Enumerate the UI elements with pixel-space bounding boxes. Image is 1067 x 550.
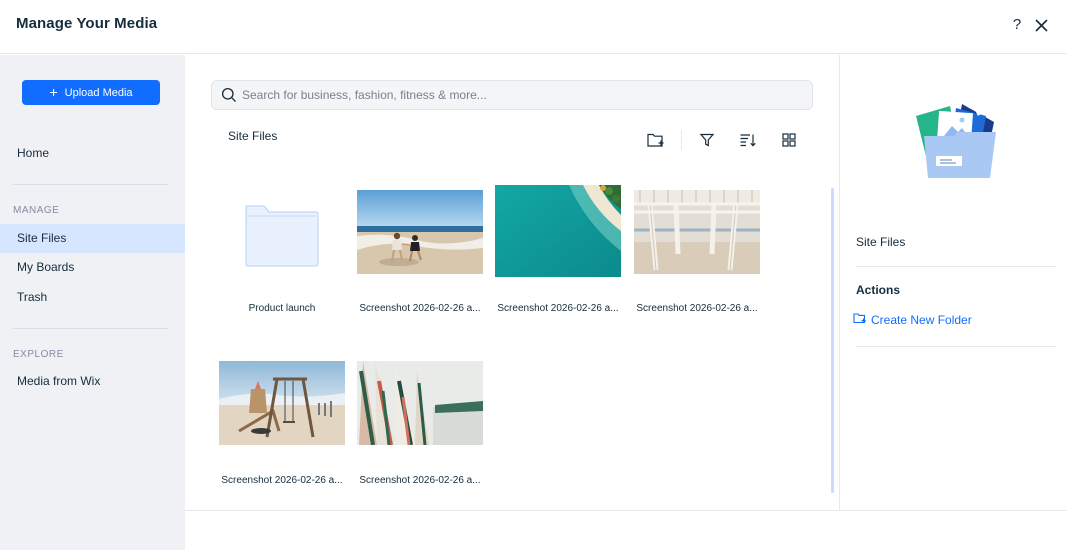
help-button[interactable]: ? [1008, 16, 1026, 36]
scrollbar-thumb[interactable] [831, 188, 834, 493]
new-folder-icon[interactable] [645, 129, 667, 151]
item-label: Screenshot 2026-02-26 a... [359, 475, 481, 486]
section-label-manage: MANAGE [13, 205, 60, 216]
selected-folder-name: Site Files [856, 235, 906, 249]
item-label: Screenshot 2026-02-26 a... [359, 303, 481, 314]
modal-title: Manage Your Media [16, 15, 158, 32]
modal-header: Manage Your Media ? [0, 0, 1067, 54]
media-card[interactable]: Screenshot 2026-02-26 a... [219, 357, 345, 487]
image-thumbnail-aerial-beach [495, 185, 621, 277]
sidebar-item-media-from-wix[interactable]: Media from Wix [0, 367, 185, 396]
panel-divider [856, 266, 1056, 267]
new-folder-icon [853, 312, 867, 327]
footer-divider [185, 510, 1067, 511]
image-thumbnail-beach-children [357, 190, 483, 274]
image-thumbnail-beach-umbrellas [357, 361, 483, 445]
sidebar-item-home[interactable]: Home [0, 139, 185, 168]
media-browser: Site Files Product launch [185, 55, 839, 510]
sidebar: + Upload Media Home MANAGE Site Files My… [0, 55, 185, 550]
sidebar-divider [13, 328, 168, 329]
upload-media-button[interactable]: + Upload Media [22, 80, 160, 105]
plus-icon: + [49, 84, 58, 100]
sidebar-item-my-boards[interactable]: My Boards [0, 253, 185, 282]
scrollbar-track [831, 188, 834, 493]
image-thumbnail-beach-pergola [634, 190, 760, 274]
sort-icon[interactable] [737, 129, 759, 151]
filter-icon[interactable] [696, 129, 718, 151]
search-icon [221, 87, 237, 103]
media-card[interactable]: Screenshot 2026-02-26 a... [634, 185, 760, 315]
folder-icon [219, 190, 345, 274]
grid-view-icon[interactable] [778, 129, 800, 151]
breadcrumb: Site Files [228, 129, 278, 143]
upload-media-label: Upload Media [64, 86, 133, 99]
media-card[interactable]: Screenshot 2026-02-26 a... [357, 185, 483, 315]
search-bar [211, 80, 813, 110]
folder-illustration-icon [912, 102, 1002, 182]
close-icon[interactable] [1033, 17, 1050, 34]
section-label-explore: EXPLORE [13, 349, 64, 360]
sidebar-item-trash[interactable]: Trash [0, 283, 185, 312]
create-new-folder-label: Create New Folder [871, 312, 972, 327]
create-new-folder-link[interactable]: Create New Folder [853, 312, 972, 327]
media-card[interactable]: Screenshot 2026-02-26 a... [357, 357, 483, 487]
info-panel: Site Files Actions Create New Folder [839, 55, 1067, 510]
item-label: Screenshot 2026-02-26 a... [497, 303, 619, 314]
actions-heading: Actions [856, 283, 901, 297]
search-input[interactable] [242, 82, 802, 108]
toolbar-divider [681, 130, 682, 150]
image-thumbnail-beach-playground [219, 361, 345, 445]
item-label: Screenshot 2026-02-26 a... [221, 475, 343, 486]
media-card[interactable]: Screenshot 2026-02-26 a... [495, 185, 621, 315]
panel-divider [856, 346, 1056, 347]
item-label: Screenshot 2026-02-26 a... [636, 303, 758, 314]
sidebar-divider [13, 184, 168, 185]
item-label: Product launch [248, 303, 316, 314]
folder-card[interactable]: Product launch [219, 185, 345, 315]
sidebar-item-site-files[interactable]: Site Files [0, 224, 185, 253]
